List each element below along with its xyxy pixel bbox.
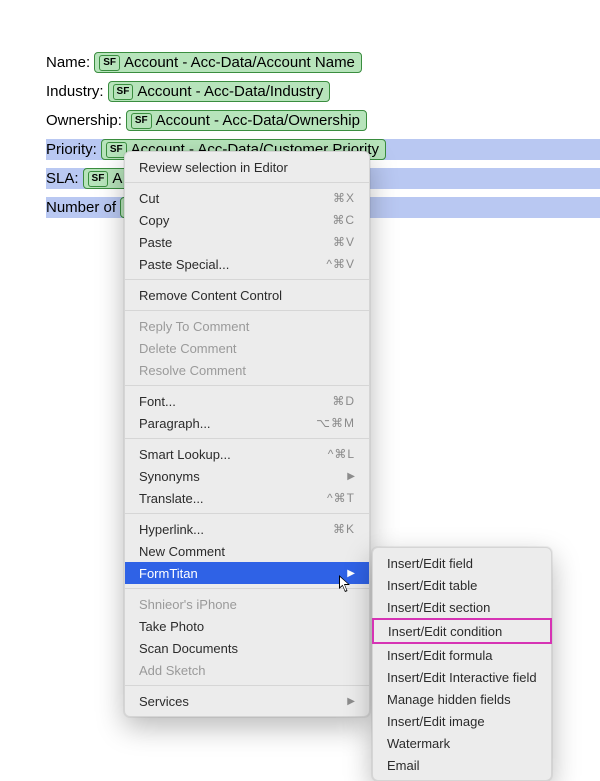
submenu-item[interactable]: Insert/Edit field: [373, 552, 551, 574]
menu-item-label: Paste Special...: [139, 257, 326, 272]
submenu-item[interactable]: Manage hidden fields: [373, 688, 551, 710]
sf-field-tag[interactable]: SFAccount - Acc-Data/Industry: [108, 81, 331, 102]
menu-item[interactable]: Synonyms ▶: [125, 465, 369, 487]
field-label: Ownership:: [46, 112, 122, 129]
field-label: SLA:: [46, 170, 79, 187]
menu-separator: [125, 279, 369, 280]
menu-item[interactable]: Hyperlink...⌘K: [125, 518, 369, 540]
menu-shortcut: ⌥⌘M: [316, 416, 355, 430]
menu-shortcut: ⌘X: [333, 191, 355, 205]
menu-item[interactable]: Translate...^⌘T: [125, 487, 369, 509]
menu-item[interactable]: Scan Documents: [125, 637, 369, 659]
menu-item[interactable]: Remove Content Control: [125, 284, 369, 306]
menu-item[interactable]: Paragraph...⌥⌘M: [125, 412, 369, 434]
submenu-item[interactable]: Email: [373, 754, 551, 776]
menu-separator: [125, 513, 369, 514]
chevron-right-icon: ▶: [347, 568, 355, 579]
menu-item-label: Hyperlink...: [139, 522, 333, 537]
submenu-item[interactable]: Insert/Edit section: [373, 596, 551, 618]
menu-shortcut: ^⌘T: [327, 491, 355, 505]
sf-field-path: Account - Acc-Data/Account Name: [124, 54, 355, 71]
menu-item: Shnieor's iPhone: [125, 593, 369, 615]
submenu-item[interactable]: Insert/Edit image: [373, 710, 551, 732]
sf-badge: SF: [113, 84, 134, 100]
menu-item[interactable]: Paste⌘V: [125, 231, 369, 253]
sf-field-tag[interactable]: SFA: [83, 168, 130, 189]
sf-field-path: A: [112, 170, 122, 187]
sf-badge: SF: [88, 171, 109, 187]
menu-item[interactable]: Smart Lookup...^⌘L: [125, 443, 369, 465]
menu-separator: [125, 685, 369, 686]
menu-item[interactable]: Take Photo: [125, 615, 369, 637]
menu-shortcut: ⌘K: [333, 522, 355, 536]
menu-item-label: Paste: [139, 235, 333, 250]
menu-item-label: Delete Comment: [139, 341, 355, 356]
menu-item-label: Smart Lookup...: [139, 447, 328, 462]
menu-item-label: Add Sketch: [139, 663, 355, 678]
sf-badge: SF: [99, 55, 120, 71]
menu-item: Add Sketch: [125, 659, 369, 681]
menu-item[interactable]: Review selection in Editor: [125, 156, 369, 178]
field-label: Priority:: [46, 141, 97, 158]
menu-shortcut: ⌘D: [332, 394, 355, 408]
sf-field-tag[interactable]: SFAccount - Acc-Data/Ownership: [126, 110, 367, 131]
menu-item-label: Paragraph...: [139, 416, 316, 431]
menu-item[interactable]: New Comment: [125, 540, 369, 562]
menu-separator: [125, 588, 369, 589]
menu-item-label: Shnieor's iPhone: [139, 597, 355, 612]
submenu-item[interactable]: Watermark: [373, 732, 551, 754]
menu-item-label: Resolve Comment: [139, 363, 355, 378]
menu-item-label: Translate...: [139, 491, 327, 506]
menu-shortcut: ⌘C: [332, 213, 355, 227]
menu-item-label: Font...: [139, 394, 332, 409]
field-label: Industry:: [46, 83, 104, 100]
submenu-item[interactable]: Insert/Edit formula: [373, 644, 551, 666]
menu-item-label: Scan Documents: [139, 641, 355, 656]
menu-item-label: Cut: [139, 191, 333, 206]
field-line[interactable]: Name:SFAccount - Acc-Data/Account Name: [46, 52, 600, 73]
menu-item[interactable]: Font...⌘D: [125, 390, 369, 412]
menu-item[interactable]: Copy⌘C: [125, 209, 369, 231]
menu-item[interactable]: Paste Special...^⌘V: [125, 253, 369, 275]
menu-item[interactable]: Cut⌘X: [125, 187, 369, 209]
menu-item-label: Take Photo: [139, 619, 355, 634]
formtitan-submenu: Insert/Edit fieldInsert/Edit tableInsert…: [372, 547, 552, 781]
menu-separator: [125, 438, 369, 439]
menu-item-label: FormTitan: [139, 566, 341, 581]
menu-separator: [125, 385, 369, 386]
menu-shortcut: ⌘V: [333, 235, 355, 249]
menu-item-label: Synonyms: [139, 469, 341, 484]
menu-shortcut: ^⌘V: [326, 257, 355, 271]
menu-item[interactable]: FormTitan ▶: [125, 562, 369, 584]
menu-item: Delete Comment: [125, 337, 369, 359]
menu-item-label: Reply To Comment: [139, 319, 355, 334]
menu-shortcut: ^⌘L: [328, 447, 355, 461]
sf-field-path: Account - Acc-Data/Industry: [137, 83, 323, 100]
sf-field-path: Account - Acc-Data/Ownership: [156, 112, 360, 129]
chevron-right-icon: ▶: [347, 471, 355, 482]
menu-item-label: New Comment: [139, 544, 355, 559]
menu-item-label: Remove Content Control: [139, 288, 355, 303]
sf-field-tag[interactable]: SFAccount - Acc-Data/Account Name: [94, 52, 362, 73]
chevron-right-icon: ▶: [347, 696, 355, 707]
field-line[interactable]: Industry:SFAccount - Acc-Data/Industry: [46, 81, 600, 102]
menu-separator: [125, 310, 369, 311]
context-menu: Review selection in EditorCut⌘XCopy⌘CPas…: [124, 151, 370, 717]
menu-item-label: Copy: [139, 213, 332, 228]
sf-badge: SF: [131, 113, 152, 129]
submenu-item[interactable]: Insert/Edit Interactive field: [373, 666, 551, 688]
menu-separator: [125, 182, 369, 183]
menu-item-label: Services: [139, 694, 341, 709]
menu-item: Reply To Comment: [125, 315, 369, 337]
submenu-item[interactable]: Insert/Edit table: [373, 574, 551, 596]
field-line[interactable]: Ownership:SFAccount - Acc-Data/Ownership: [46, 110, 600, 131]
menu-item: Resolve Comment: [125, 359, 369, 381]
field-label: Name:: [46, 54, 90, 71]
field-label: Number of: [46, 199, 116, 216]
submenu-item[interactable]: Insert/Edit condition: [372, 618, 552, 644]
menu-item[interactable]: Services ▶: [125, 690, 369, 712]
menu-item-label: Review selection in Editor: [139, 160, 355, 175]
